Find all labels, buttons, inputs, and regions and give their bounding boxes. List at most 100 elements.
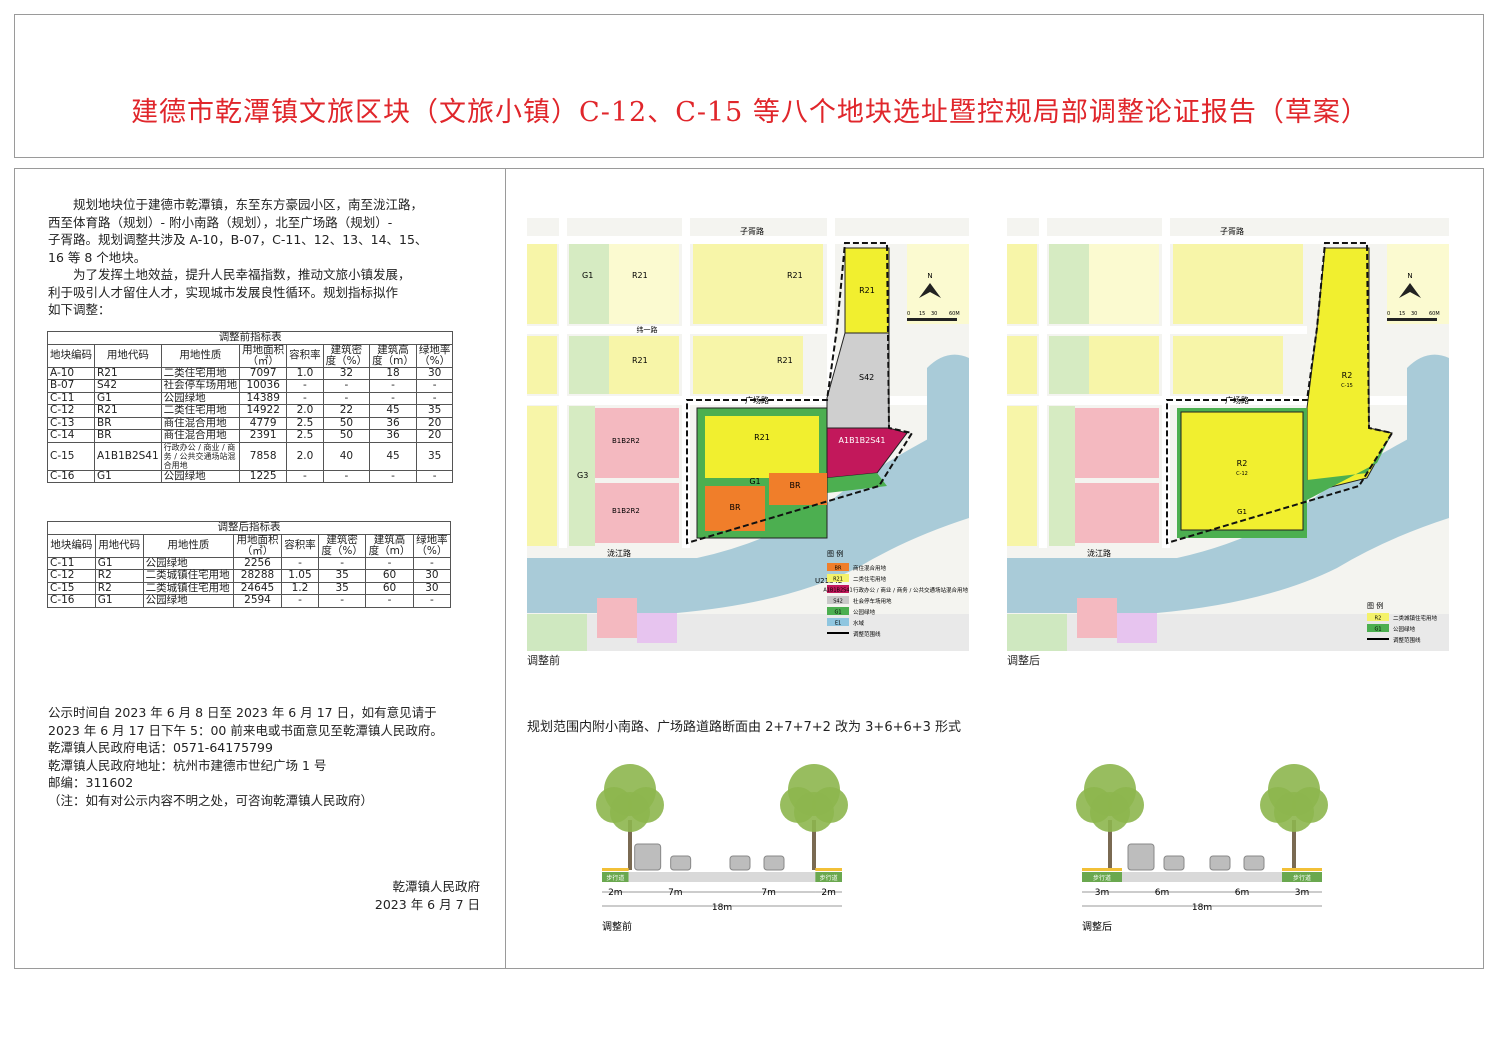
dimension-label: 3m: [1095, 888, 1110, 898]
table-cell: 二类住宅用地: [160, 366, 241, 380]
table-cell: 1.05: [280, 569, 320, 583]
tree-icon: [780, 764, 848, 870]
dimension-label: 6m: [1235, 888, 1250, 898]
scale-tick: 15: [919, 311, 925, 317]
block-label: BR: [729, 503, 740, 512]
scale-tick: 15: [1399, 311, 1405, 317]
dimension-label: 3m: [1295, 888, 1310, 898]
signature-date: 2023 年 6 月 7 日: [374, 896, 480, 912]
car-icon: [670, 855, 692, 871]
road-label: 纬一路: [637, 325, 658, 334]
total-width-label: 18m: [712, 903, 732, 913]
table-body: C-11 G1 公园绿地 2256- - - - C-12 R2 二类城镇住宅用地 28288 1.0…: [47, 556, 452, 608]
legend-swatch: [1367, 638, 1389, 640]
table-cell: C-15: [47, 441, 95, 471]
block-label: G3: [577, 471, 588, 480]
sidewalk-label: 步行道: [820, 874, 838, 882]
table-cell: 45: [369, 404, 417, 418]
lane-band: [628, 872, 722, 882]
car-icon: [1209, 855, 1231, 871]
lane-band: [1122, 872, 1202, 882]
table-cell: 公园绿地: [160, 391, 241, 405]
block-c12: [705, 416, 819, 478]
table-cell: 行政办公 / 商业 / 商务 / 公共交通场站混合用地: [160, 441, 241, 471]
table-row: C-15 R2 二类城镇住宅用地 24645 1.2 35 60 30: [47, 581, 452, 595]
bus-icon: [1127, 843, 1155, 871]
north-arrow-icon: N: [1407, 272, 1412, 280]
road-label: 广场路: [745, 395, 769, 405]
table-cell: -: [369, 379, 417, 393]
table-cell: 2.0: [286, 404, 324, 418]
dimension-label: 7m: [761, 888, 776, 898]
section-caption: 调整后: [1082, 920, 1112, 933]
sidewalk-label: 步行道: [1293, 874, 1311, 882]
sidewalk-label: 步行道: [1093, 874, 1111, 882]
table-cell: 35: [415, 404, 454, 418]
intro-line: 16 等 8 个地块。: [48, 249, 147, 265]
block-label: R21: [859, 286, 875, 295]
table-cell: 二类住宅用地: [160, 404, 241, 418]
map-before: 子胥路 纬一路 广场路 泷江路 G1 R21 R21 R21 R21 B1B2R…: [527, 218, 969, 651]
table-cell: 2594: [233, 594, 282, 608]
notice-line: 公示时间自 2023 年 6 月 8 日至 2023 年 6 月 17 日，如有…: [48, 705, 437, 720]
notice-block: 公示时间自 2023 年 6 月 8 日至 2023 年 6 月 17 日，如有…: [48, 704, 443, 809]
table-cell: R2: [94, 581, 144, 595]
scale-tick: 30: [931, 311, 937, 317]
table-row: C-16 G1 公园绿地 2594- - - -: [47, 594, 452, 608]
table-row: C-15 A1B1B2S41 行政办公 / 商业 / 商务 / 公共交通场站混合用地…: [47, 441, 454, 471]
map-after: 子胥路 广场路 泷江路 R2 C-15 R2 C-12 G1 N 0 15 30…: [1007, 218, 1449, 651]
table-cell: 4779: [239, 416, 288, 430]
column-divider: [505, 168, 506, 969]
block-label: B1B2R2: [612, 507, 640, 515]
table-cell: A1B1B2S41: [94, 441, 162, 471]
table-header-cell: 地块编码: [47, 343, 95, 368]
table-cell: -: [365, 556, 414, 570]
table-cell: S42: [94, 379, 162, 393]
table-cell: -: [322, 391, 371, 405]
table-cell: -: [365, 594, 414, 608]
table-cell: 14389: [239, 391, 288, 405]
road-label: 泷江路: [1087, 548, 1111, 558]
bus-icon: [634, 843, 662, 871]
scale-tick: 0: [907, 311, 910, 317]
table-header-cell: 建筑高 度（m）: [369, 343, 417, 368]
legend-label: 调整范围线: [1393, 636, 1421, 644]
table-body: A-10 R21 二类住宅用地 7097 1.0 32 18 30 B-07 S42 社会停车场用地…: [47, 366, 454, 483]
map-caption: 调整后: [1007, 654, 1040, 667]
block-label: G1: [749, 477, 760, 486]
table-cell: 2.5: [286, 429, 324, 443]
table-cell: -: [286, 379, 324, 393]
intro-paragraph: 规划地块位于建德市乾潭镇，东至东方豪园小区，南至泷江路， 西至体育路（规划）- …: [48, 196, 427, 319]
legend-label: 调整范围线: [853, 630, 881, 638]
legend-label: 二类城镇住宅用地: [1393, 614, 1438, 622]
intro-line: 如下调整：: [48, 302, 111, 317]
north-arrow-icon: N: [927, 272, 932, 280]
table-cell: 30: [412, 569, 452, 583]
table-header-cell: 建筑密 度（%）: [318, 533, 367, 558]
notice-line: （注：如有对公示内容不明之处，可咨询乾潭镇人民政府）: [48, 792, 374, 808]
table-cell: 24645: [233, 581, 282, 595]
table-header-cell: 绿地率 （%）: [415, 343, 454, 368]
table-cell: 30: [415, 366, 454, 380]
table-cell: G1: [94, 391, 162, 405]
table-cell: R21: [94, 404, 162, 418]
table-cell: 20: [415, 416, 454, 430]
table-cell: 35: [415, 441, 454, 471]
legend-label: 公园绿地: [1393, 625, 1416, 633]
table-header-cell: 用地面积 （㎡）: [233, 533, 282, 558]
table-cell: G1: [94, 594, 144, 608]
table-before: 调整前指标表 地块编码 用地代码 用地性质 用地面积 （㎡） 容积率 建筑密 度（%） 建筑高度…: [46, 331, 454, 483]
table-cell: -: [318, 556, 367, 570]
map-caption: 调整前: [527, 654, 560, 667]
table-cell: -: [415, 469, 454, 483]
legend-label: 行政办公 / 商业 / 商务 / 公共交通场站混合用地: [853, 586, 969, 594]
block-label: R21: [632, 271, 648, 280]
page-title: 建德市乾潭镇文旅区块（文旅小镇）C-12、C-15 等八个地块选址暨控规局部调整…: [131, 97, 1369, 128]
block-label: R2: [1237, 459, 1248, 468]
table-cell: 32: [322, 366, 371, 380]
table-cell: C-14: [47, 429, 95, 443]
table-cell: 社会停车场用地: [160, 379, 241, 393]
legend-code: G1: [1374, 627, 1381, 633]
table-cell: -: [286, 391, 324, 405]
table-cell: -: [286, 469, 324, 483]
